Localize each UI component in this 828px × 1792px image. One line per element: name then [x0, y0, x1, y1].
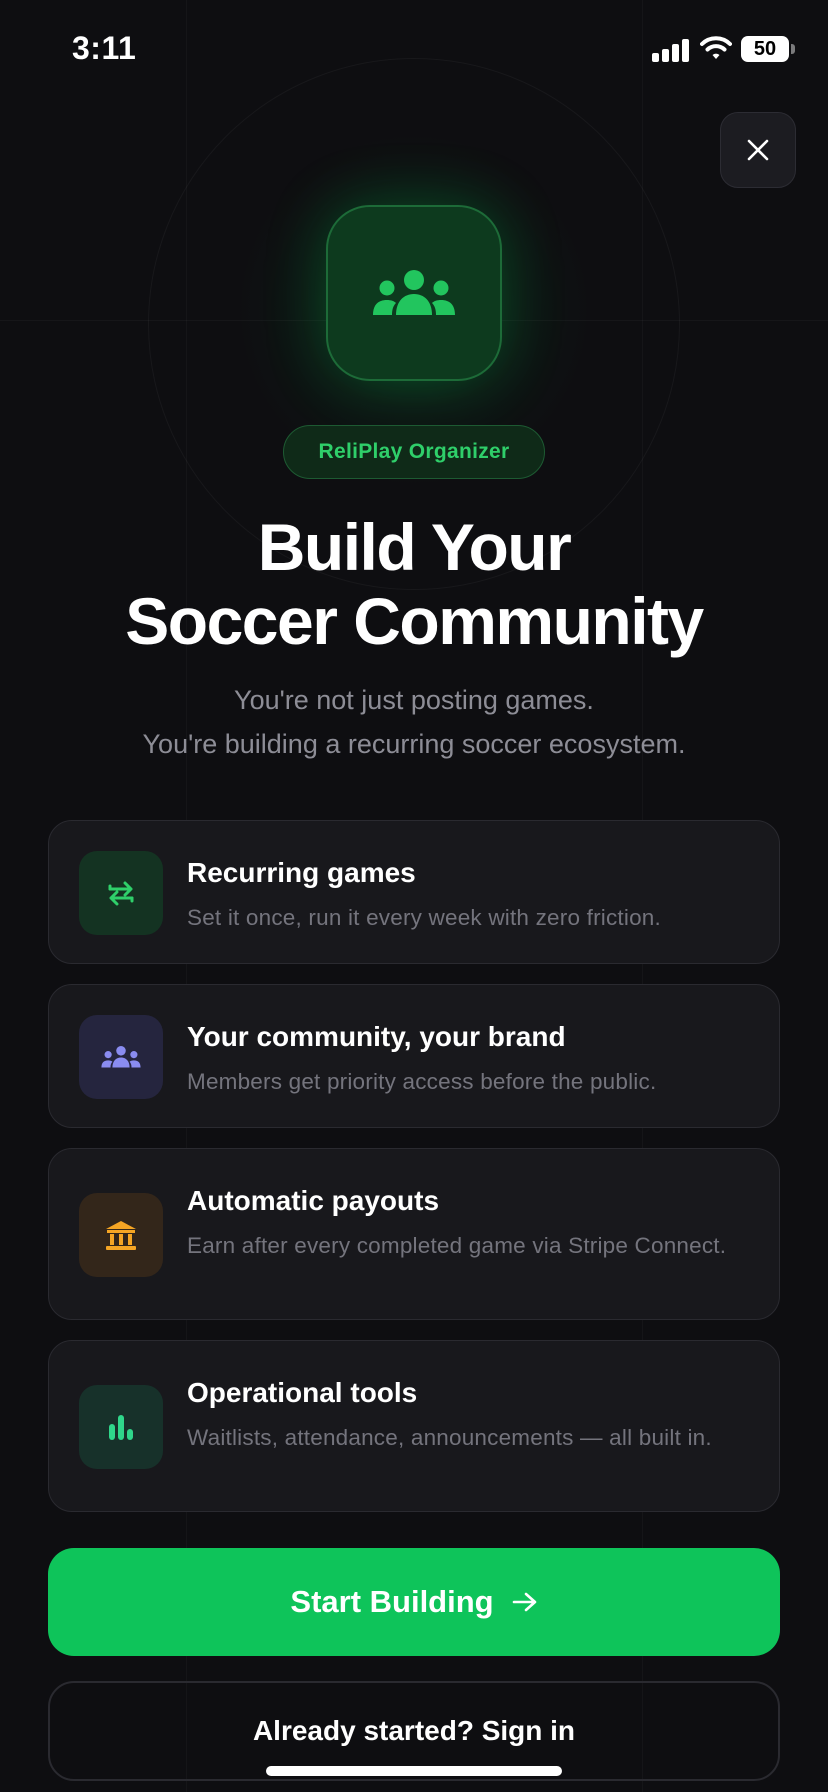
- feature-title: Recurring games: [187, 857, 416, 888]
- cellular-signal-icon: [652, 38, 692, 62]
- page-subtitle: You're not just posting games. You're bu…: [0, 678, 828, 766]
- feature-title: Operational tools: [187, 1377, 418, 1408]
- feature-title: Automatic payouts: [187, 1185, 440, 1216]
- subtitle-line: You're not just posting games.: [234, 685, 594, 715]
- onboarding-screen: 3:11 50 ReliPlay Organizer Build Your So…: [0, 0, 828, 1792]
- subtitle-line: You're building a recurring soccer ecosy…: [142, 729, 686, 759]
- title-line: Build Your: [257, 510, 572, 584]
- start-building-button[interactable]: Start Building: [48, 1548, 780, 1656]
- users-icon: [79, 1015, 163, 1099]
- sign-in-label: Already started? Sign in: [252, 1715, 576, 1746]
- battery-tip: [791, 44, 795, 54]
- battery-icon: 50: [741, 36, 789, 62]
- feature-description: Members get priority access before the p…: [187, 1069, 657, 1094]
- repeat-icon: [79, 851, 163, 935]
- feature-description: Set it once, run it every week with zero…: [187, 905, 661, 930]
- status-time: 3:11: [72, 30, 137, 66]
- title-line: Soccer Community: [125, 584, 704, 658]
- feature-title: Your community, your brand: [187, 1021, 566, 1052]
- arrow-right-icon: [512, 1592, 536, 1612]
- feature-description: Waitlists, attendance, announcements — a…: [187, 1425, 712, 1450]
- feature-card-community: Your community, your brand Members get p…: [48, 984, 780, 1128]
- feature-description: Earn after every completed game via Stri…: [187, 1233, 727, 1258]
- organizer-badge: ReliPlay Organizer: [283, 425, 545, 479]
- feature-card-payouts: Automatic payouts Earn after every compl…: [48, 1148, 780, 1320]
- status-bar: 3:11 50: [0, 0, 828, 100]
- home-indicator: [266, 1766, 562, 1776]
- close-icon: [747, 139, 769, 161]
- feature-card-recurring: Recurring games Set it once, run it ever…: [48, 820, 780, 964]
- page-title: Build Your Soccer Community: [0, 510, 828, 658]
- feature-card-tools: Operational tools Waitlists, attendance,…: [48, 1340, 780, 1512]
- community-icon: [326, 205, 502, 381]
- bank-icon: [79, 1193, 163, 1277]
- bar-chart-icon: [79, 1385, 163, 1469]
- close-button[interactable]: [720, 112, 796, 188]
- wifi-icon: [700, 34, 732, 62]
- start-building-label: Start Building: [290, 1584, 494, 1619]
